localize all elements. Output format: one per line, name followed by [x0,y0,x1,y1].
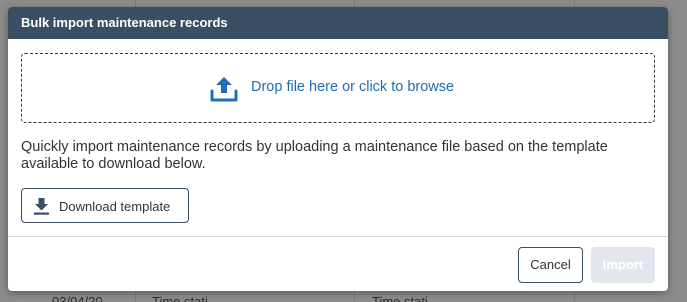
import-button[interactable]: Import [591,247,655,283]
bulk-import-modal: Bulk import maintenance records Drop fil… [8,7,668,291]
download-template-label: Download template [59,199,171,214]
import-description: Quickly import maintenance records by up… [21,139,608,172]
footer-divider [8,236,668,237]
download-template-button[interactable]: Download template [21,188,189,223]
dropzone-label[interactable]: Drop file here or click to browse [251,79,454,95]
modal-title: Bulk import maintenance records [8,7,668,39]
upload-icon [210,77,238,102]
file-dropzone[interactable]: Drop file here or click to browse [21,53,655,123]
download-icon [34,198,49,215]
cancel-button[interactable]: Cancel [518,247,583,283]
